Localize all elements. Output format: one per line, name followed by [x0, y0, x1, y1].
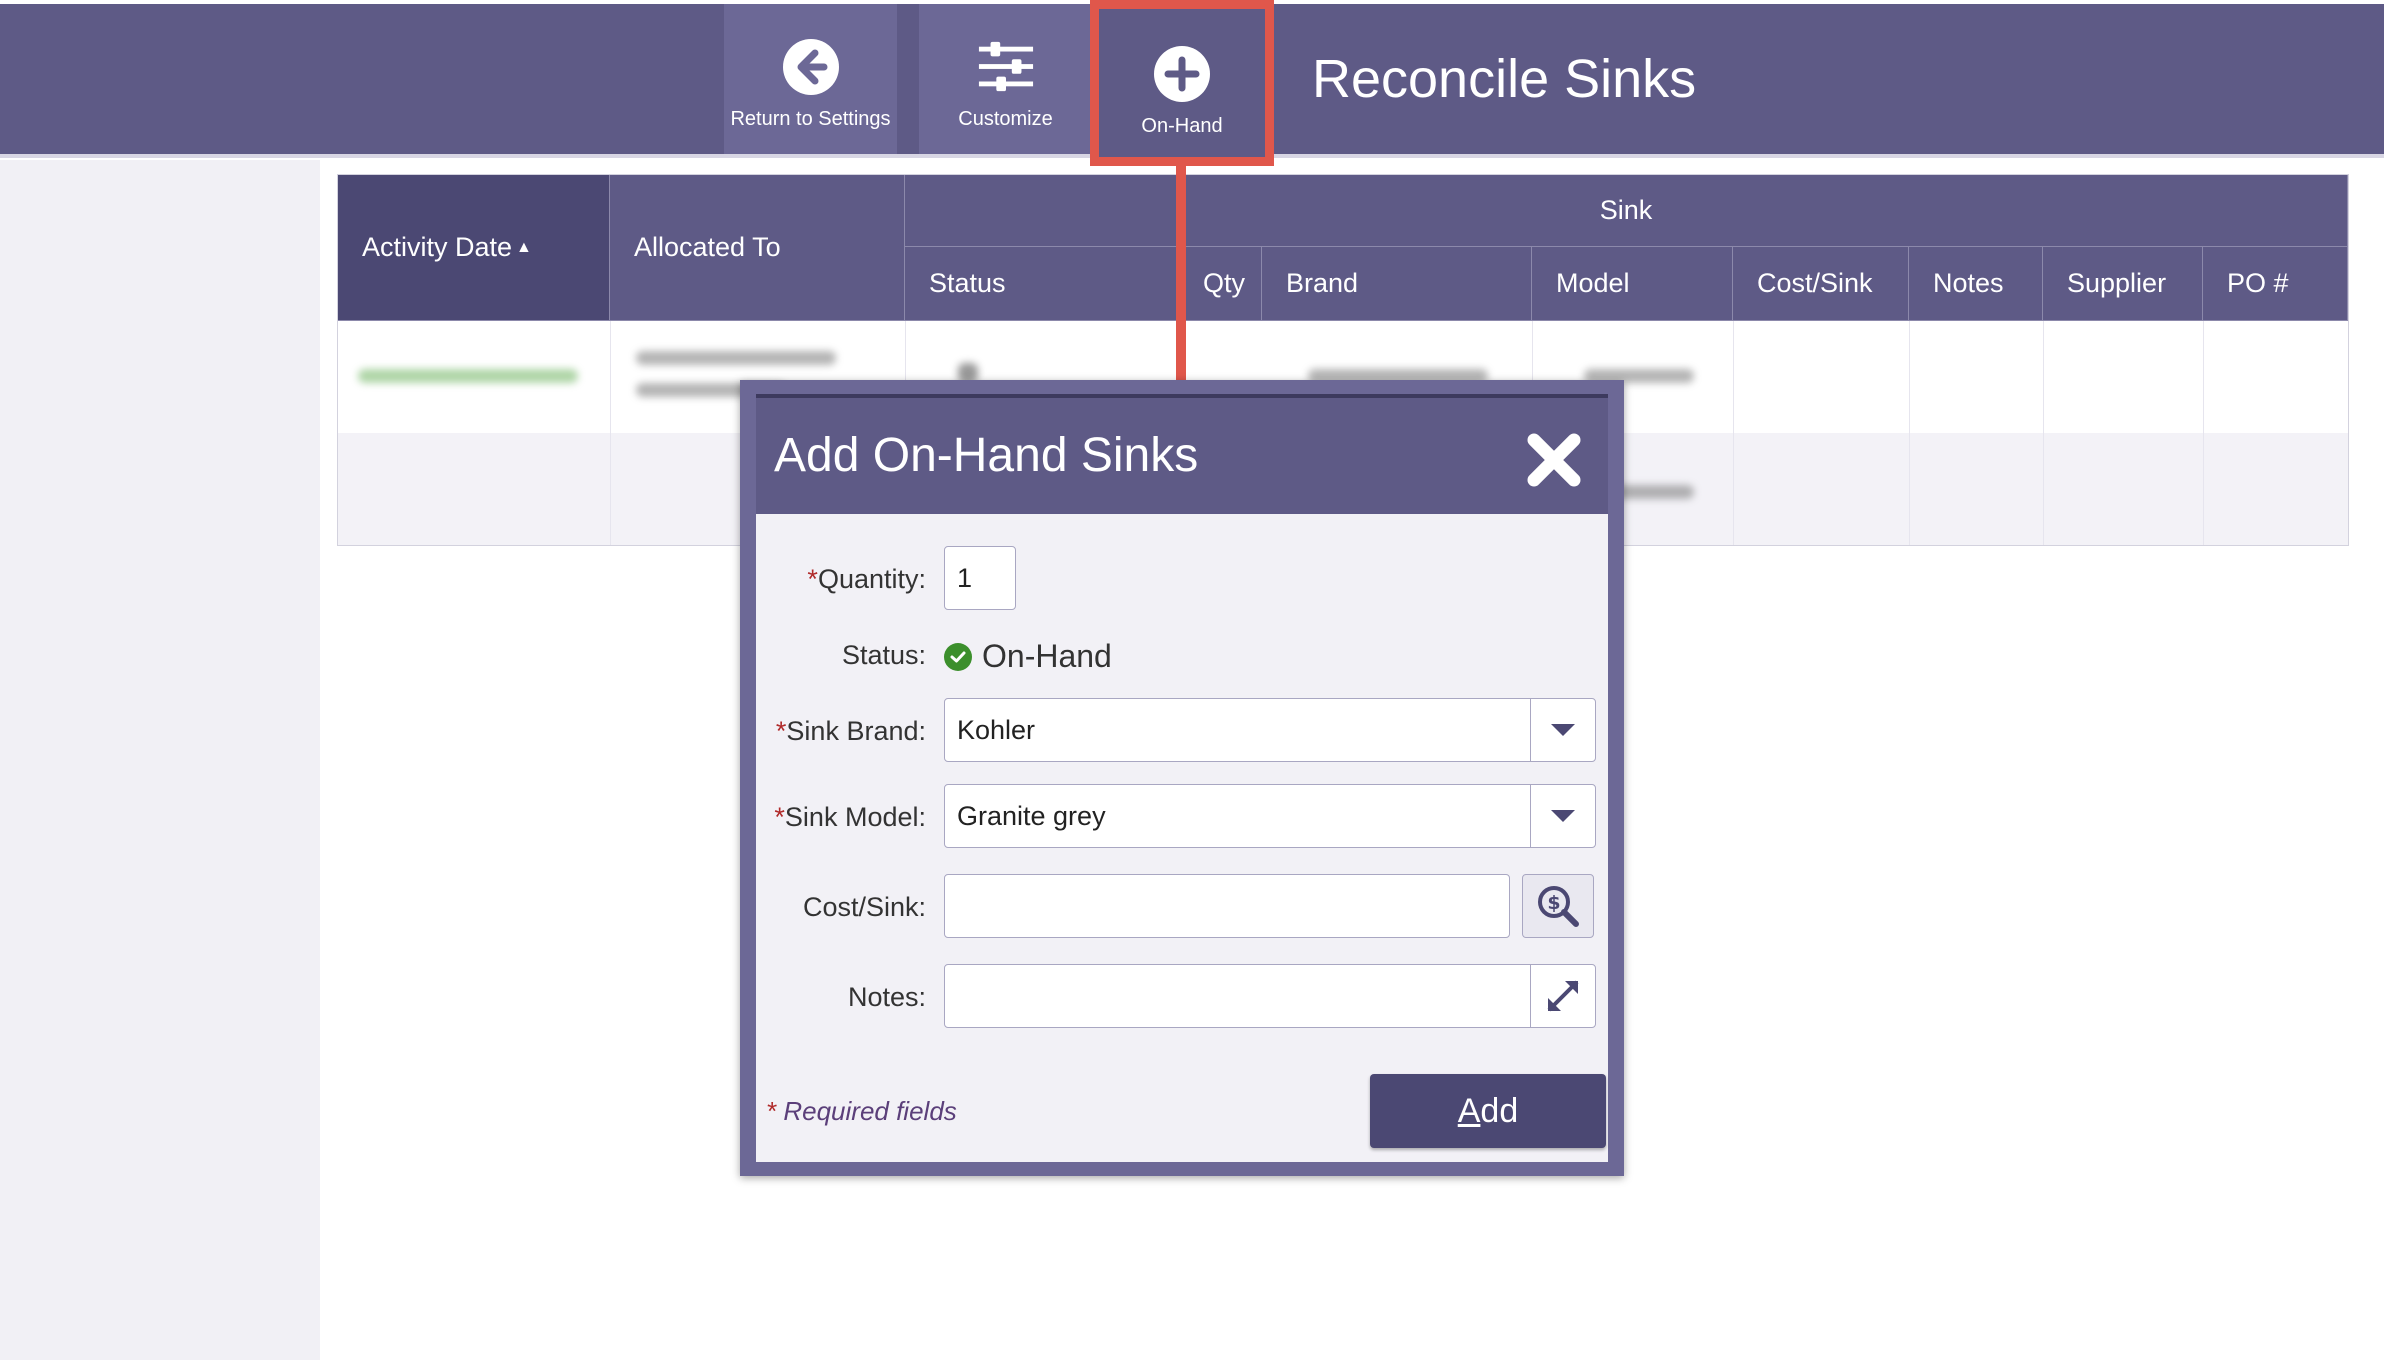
column-group-sink-label: Sink [1599, 195, 1653, 225]
return-to-settings-label: Return to Settings [730, 108, 891, 130]
quantity-label: *Quantity: [756, 564, 926, 595]
column-header-notes[interactable]: Notes [1909, 247, 2043, 321]
column-header-supplier[interactable]: Supplier [2043, 247, 2203, 321]
required-fields-note: * Required fields [766, 1096, 957, 1127]
annotation-arrow-line [1176, 162, 1186, 394]
sink-model-label-text: Sink Model: [784, 802, 926, 832]
sort-ascending-icon: ▲ [516, 238, 532, 256]
customize-label: Customize [958, 108, 1053, 130]
blurred-cell [358, 369, 578, 383]
column-header-activity-date[interactable]: Activity Date ▲ [338, 175, 610, 321]
sink-brand-value: Kohler [957, 715, 1036, 745]
notes-field[interactable] [944, 964, 1596, 1028]
column-header-po[interactable]: PO # [2203, 247, 2348, 321]
divider [2043, 321, 2044, 545]
column-header-model[interactable]: Model [1532, 247, 1733, 321]
check-circle-icon [944, 642, 972, 671]
page-title: Reconcile Sinks [1312, 49, 1697, 109]
column-header-notes-label: Notes [1933, 268, 2004, 298]
sink-brand-label-text: Sink Brand: [786, 716, 926, 746]
plus-circle-icon [1153, 45, 1211, 103]
column-header-allocated-to[interactable]: Allocated To [610, 175, 905, 321]
dialog-title: Add On-Hand Sinks [774, 429, 1199, 482]
column-header-supplier-label: Supplier [2067, 268, 2167, 298]
column-header-cost-sink[interactable]: Cost/Sink [1733, 247, 1909, 321]
cost-sink-input[interactable] [944, 874, 1510, 938]
chevron-down-icon[interactable] [1530, 699, 1595, 761]
required-asterisk: * [807, 564, 818, 594]
quantity-label-text: Quantity: [817, 564, 926, 594]
left-sidebar [0, 160, 320, 1360]
blurred-cell [636, 351, 836, 365]
dialog-body: Add On-Hand Sinks *Quantity: Status: On-… [756, 394, 1608, 1162]
expand-icon[interactable] [1530, 965, 1595, 1027]
column-header-allocated-to-label: Allocated To [634, 232, 781, 262]
divider [610, 321, 611, 545]
column-header-status[interactable]: Status [905, 247, 1186, 321]
price-lookup-icon[interactable]: $ [1522, 874, 1594, 938]
add-button-label: dd [1480, 1091, 1519, 1130]
add-button-accelerator: A [1457, 1091, 1481, 1130]
top-toolbar: Return to Settings Customize On-Hand Rec… [0, 0, 2384, 166]
sink-model-label: *Sink Model: [756, 802, 926, 833]
column-header-brand[interactable]: Brand [1262, 247, 1532, 321]
status-label: Status: [841, 640, 926, 670]
column-header-qty-label: Qty [1202, 268, 1245, 298]
column-header-cost-sink-label: Cost/Sink [1757, 268, 1873, 298]
return-to-settings-button[interactable]: Return to Settings [724, 4, 897, 154]
divider [1733, 321, 1734, 545]
sink-model-value: Granite grey [957, 801, 1106, 831]
sink-model-select[interactable]: Granite grey [944, 784, 1596, 848]
required-asterisk: * [774, 802, 785, 832]
column-header-brand-label: Brand [1286, 268, 1359, 298]
column-group-sink: Sink [905, 175, 2348, 247]
divider [1909, 321, 1910, 545]
sink-brand-label: *Sink Brand: [756, 716, 926, 747]
chevron-down-icon[interactable] [1530, 785, 1595, 847]
customize-button[interactable]: Customize [919, 4, 1092, 154]
cost-sink-label: Cost/Sink: [802, 892, 926, 922]
column-header-model-label: Model [1556, 268, 1630, 298]
quantity-input[interactable] [944, 546, 1016, 610]
on-hand-button[interactable]: On-Hand [1090, 0, 1274, 166]
svg-text:$: $ [1547, 892, 1560, 914]
add-button[interactable]: Add [1370, 1074, 1606, 1148]
on-hand-label: On-Hand [1141, 115, 1223, 137]
status-value-text: On-Hand [982, 638, 1112, 674]
required-asterisk: * [766, 1096, 777, 1126]
required-asterisk: * [775, 716, 787, 746]
column-header-qty[interactable]: Qty [1186, 247, 1262, 321]
add-on-hand-sinks-dialog: Add On-Hand Sinks *Quantity: Status: On-… [740, 380, 1624, 1176]
column-header-activity-date-label: Activity Date [362, 232, 513, 262]
dialog-header: Add On-Hand Sinks [756, 394, 1608, 514]
close-icon[interactable] [1524, 430, 1584, 490]
status-value: On-Hand [944, 638, 1112, 675]
arrow-left-circle-icon [782, 38, 840, 96]
column-header-status-label: Status [929, 268, 1006, 298]
sink-brand-select[interactable]: Kohler [944, 698, 1596, 762]
column-header-po-label: PO # [2227, 268, 2289, 298]
required-fields-text: Required fields [776, 1096, 957, 1126]
divider [2203, 321, 2204, 545]
notes-label: Notes: [847, 982, 926, 1012]
sliders-icon [977, 38, 1035, 96]
